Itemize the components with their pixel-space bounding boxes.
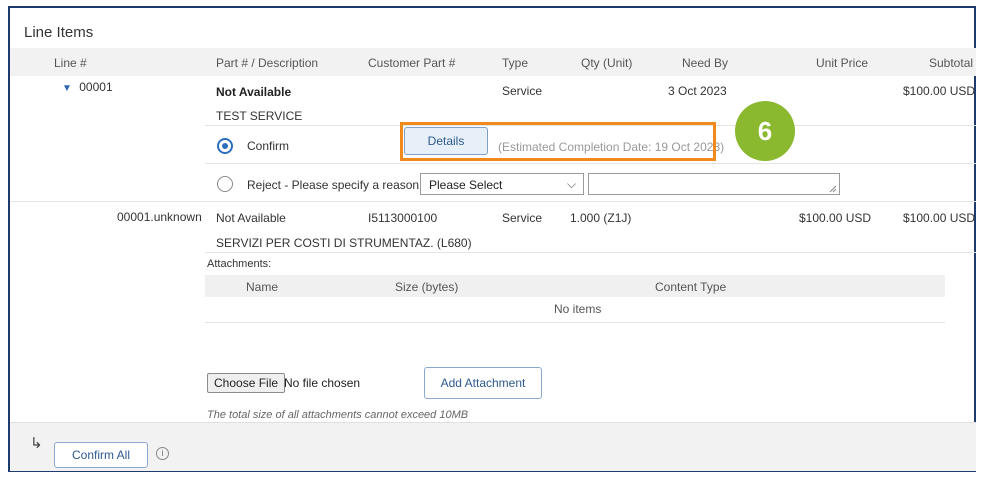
section-title: Line Items	[24, 24, 94, 41]
line-number: 00001.unknown	[117, 210, 202, 224]
unit-price: $100.00 USD	[799, 211, 872, 225]
reject-label: Reject - Please specify a reason:	[247, 178, 423, 192]
divider	[10, 201, 976, 202]
highlight-box	[400, 122, 716, 161]
reject-reason-input[interactable]	[588, 173, 840, 195]
confirm-label: Confirm	[247, 139, 290, 153]
col-part: Part # / Description	[216, 56, 319, 70]
chevron-down-icon: ⌵	[567, 177, 577, 191]
resize-handle-icon	[829, 185, 837, 193]
col-size: Size (bytes)	[395, 280, 459, 294]
divider	[205, 252, 976, 253]
info-icon[interactable]: i	[156, 447, 169, 460]
col-qty: Qty (Unit)	[581, 56, 633, 70]
triangle-down-icon: ▼	[62, 83, 72, 94]
line-qty: 1.000 (Z1J)	[570, 211, 632, 225]
customer-part-number: I5113000100	[368, 211, 438, 225]
step-callout-badge: 6	[735, 101, 795, 161]
confirm-radio[interactable]	[217, 138, 233, 154]
divider	[205, 163, 976, 164]
col-line: Line #	[54, 56, 87, 70]
col-subtotal: Subtotal	[929, 56, 974, 70]
return-arrow-icon: ↳	[30, 435, 43, 452]
col-customer-part: Customer Part #	[368, 56, 456, 70]
reject-radio[interactable]	[217, 176, 233, 192]
empty-message: No items	[554, 302, 602, 316]
footer-bar	[10, 422, 976, 471]
line-type: Service	[502, 84, 543, 98]
reject-reason-select[interactable]: Please Select ⌵	[420, 173, 584, 195]
part-number: Not Available	[216, 211, 286, 225]
line-expand-toggle[interactable]: ▼ 00001	[62, 80, 113, 94]
divider	[205, 322, 945, 323]
attachment-size-note: The total size of all attachments cannot…	[207, 409, 469, 421]
col-name: Name	[246, 280, 279, 294]
line-description: SERVIZI PER COSTI DI STRUMENTAZ. (L680)	[216, 236, 472, 250]
select-value: Please Select	[429, 178, 503, 192]
add-attachment-button[interactable]: Add Attachment	[424, 367, 542, 399]
col-type: Type	[502, 56, 529, 70]
choose-file-button[interactable]: Choose File	[207, 373, 286, 393]
attachments-table-header	[205, 275, 945, 297]
part-number: Not Available	[216, 85, 292, 99]
line-description: TEST SERVICE	[216, 109, 303, 123]
col-unit-price: Unit Price	[816, 56, 869, 70]
line-number: 00001	[79, 80, 113, 94]
need-by-date: 3 Oct 2023	[668, 84, 727, 98]
line-type: Service	[502, 211, 543, 225]
col-need-by: Need By	[682, 56, 729, 70]
line-subtotal: $100.00 USD	[903, 84, 976, 98]
file-status: No file chosen	[284, 376, 361, 390]
line-subtotal: $100.00 USD	[903, 211, 976, 225]
confirm-all-button[interactable]: Confirm All	[54, 442, 148, 468]
col-content-type: Content Type	[655, 280, 727, 294]
attachments-label: Attachments:	[207, 258, 272, 270]
